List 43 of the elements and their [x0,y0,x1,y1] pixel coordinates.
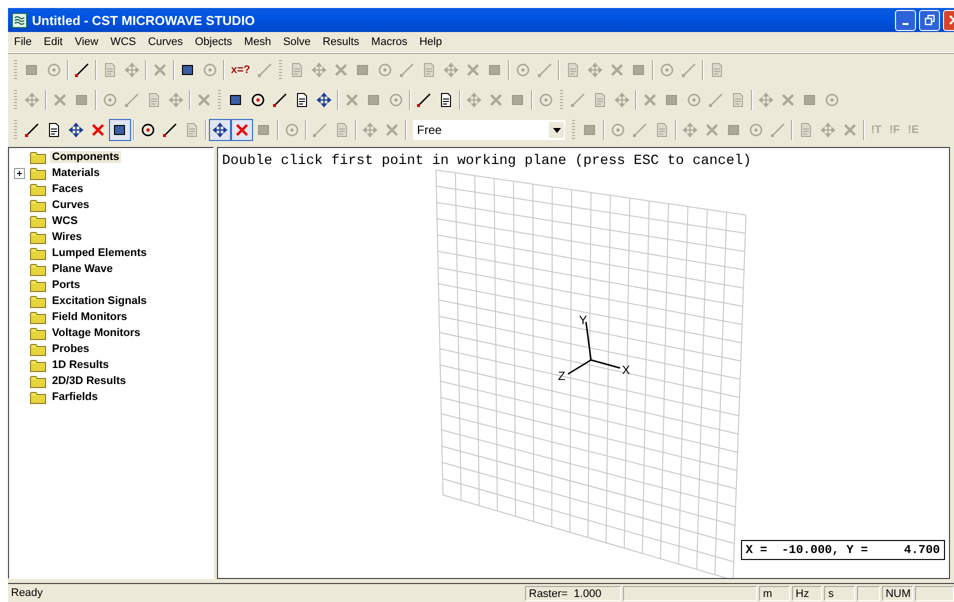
menu-item[interactable]: Results [316,36,366,48]
tree-item[interactable]: Ports [50,279,82,291]
status-pane: s [824,586,855,600]
tree-item[interactable]: Voltage Monitors [50,327,142,339]
tree-item[interactable]: Farfields [50,391,100,403]
menu-item[interactable]: File [8,36,38,48]
tree-item[interactable]: Faces [50,183,86,195]
tree-item[interactable]: Materials [50,167,102,179]
menu-item[interactable]: Edit [38,36,69,48]
tree-item[interactable]: Curves [50,199,92,211]
coordinate-readout: X = -10.000, Y = 4.700 [740,540,945,560]
menu-item[interactable]: WCS [104,36,142,48]
tree-item[interactable]: Probes [50,343,92,355]
3d-viewport[interactable]: Double click first point in working plane (press ESC to cancel) Y Z X X = -10.000, Y = 4.700 [217,147,950,579]
menu-item[interactable]: Objects [188,36,238,48]
axis-label: Y [579,313,588,327]
menu-item[interactable]: Macros [365,36,414,48]
menu-item[interactable]: Help [413,36,448,48]
status-pane: Raster= 1.000 [524,586,622,600]
mode-dropdown[interactable]: Free [413,120,565,140]
status-pane: Hz [792,586,822,600]
instruction-text: Double click first point in working plane (press ESC to cancel) [222,153,752,169]
axis-label: X [622,363,630,377]
dropdown-value: Free [416,123,442,137]
tree-item[interactable]: 2D/3D Results [50,375,128,387]
menu-item[interactable]: View [68,36,104,48]
menu-item[interactable]: Mesh [238,36,278,48]
tree-item[interactable]: Wires [50,231,84,243]
window-title: Untitled - CST MICROWAVE STUDIO [32,12,256,28]
menu-item[interactable]: Solve [277,36,317,48]
tree-item[interactable]: Plane Wave [50,263,115,275]
tool-button[interactable]: x=? [227,59,254,81]
tree-item[interactable]: 1D Results [50,359,111,371]
tree-item[interactable]: Components [50,151,122,163]
tree-item[interactable]: Field Monitors [50,311,130,323]
status-text: Ready [10,586,44,600]
menu-item[interactable]: Curves [142,36,189,48]
status-pane: NUM [882,586,913,600]
axis-label: Z [558,369,566,383]
tree-item[interactable]: Excitation Signals [50,295,149,307]
tree-item[interactable]: Lumped Elements [50,247,149,259]
tree-item[interactable]: WCS [50,215,80,227]
status-pane: m [759,586,790,600]
